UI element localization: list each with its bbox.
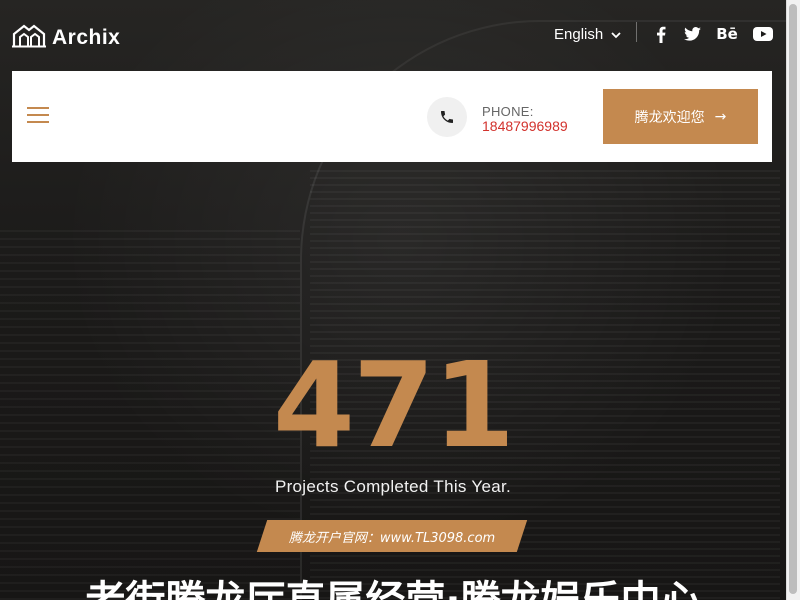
phone-icon bbox=[427, 97, 467, 137]
phone-number-link[interactable]: 18487996989 bbox=[482, 118, 568, 134]
hamburger-menu-icon[interactable] bbox=[27, 107, 49, 125]
language-label: English bbox=[554, 26, 604, 43]
top-bar: Archix English Bē bbox=[0, 0, 786, 70]
hero-section: Archix English Bē PHONE: 18487996989 腾龙欢… bbox=[0, 0, 800, 600]
language-selector[interactable]: English bbox=[554, 26, 621, 43]
topbar-divider bbox=[636, 22, 637, 42]
chevron-down-icon bbox=[611, 26, 621, 43]
site-tag-text: 腾龙开户官网：www.TL3098.com bbox=[288, 530, 496, 546]
scrollbar-thumb[interactable] bbox=[789, 4, 797, 594]
header-navbar: PHONE: 18487996989 腾龙欢迎您 → bbox=[12, 71, 772, 162]
phone-label: PHONE: bbox=[482, 104, 534, 119]
hero-headline: 老街腾龙厅直属经营·腾龙娱乐中心 bbox=[0, 568, 786, 600]
page-scrollbar[interactable] bbox=[786, 0, 800, 600]
cta-label: 腾龙欢迎您 bbox=[634, 109, 705, 126]
behance-icon[interactable]: Bē bbox=[716, 24, 738, 44]
welcome-cta-button[interactable]: 腾龙欢迎您 → bbox=[603, 89, 758, 144]
site-tag-badge[interactable]: 腾龙开户官网：www.TL3098.com bbox=[256, 520, 528, 552]
twitter-icon[interactable] bbox=[681, 24, 703, 44]
counter-caption: Projects Completed This Year. bbox=[274, 477, 512, 496]
arrow-right-icon: → bbox=[714, 108, 727, 125]
youtube-icon[interactable] bbox=[752, 24, 774, 44]
facebook-icon[interactable] bbox=[650, 24, 672, 44]
house-logo-icon bbox=[12, 22, 46, 53]
brand-name: Archix bbox=[52, 25, 121, 49]
logo[interactable]: Archix bbox=[12, 22, 120, 53]
projects-counter: 471 bbox=[272, 336, 515, 474]
